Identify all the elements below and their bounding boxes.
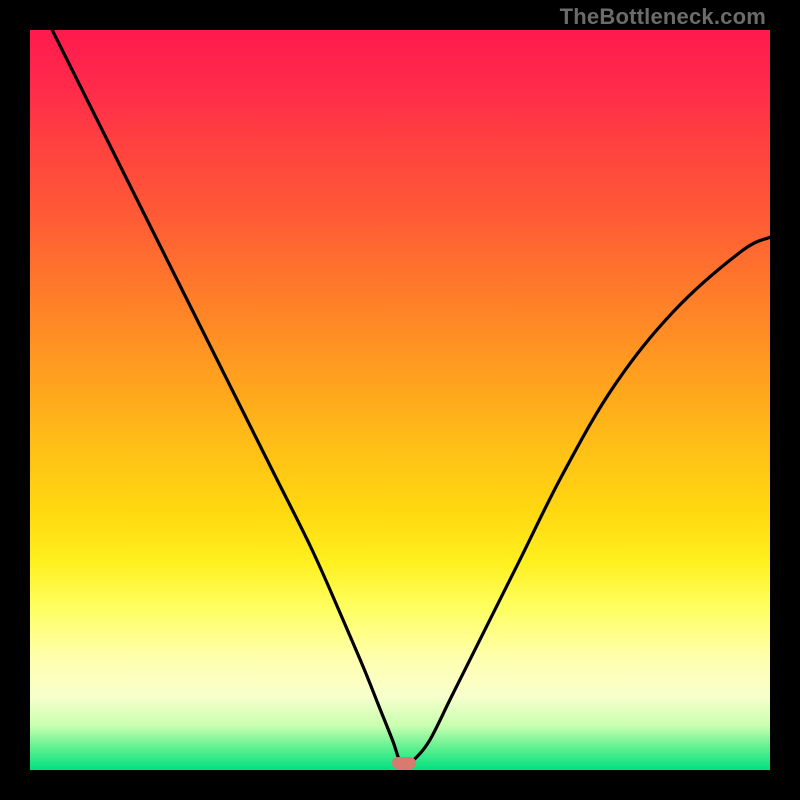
plot-area bbox=[30, 30, 770, 770]
bottleneck-curve bbox=[30, 30, 770, 770]
watermark-text: TheBottleneck.com bbox=[560, 4, 766, 30]
chart-frame: TheBottleneck.com bbox=[0, 0, 800, 800]
optimal-point-marker bbox=[392, 757, 416, 769]
